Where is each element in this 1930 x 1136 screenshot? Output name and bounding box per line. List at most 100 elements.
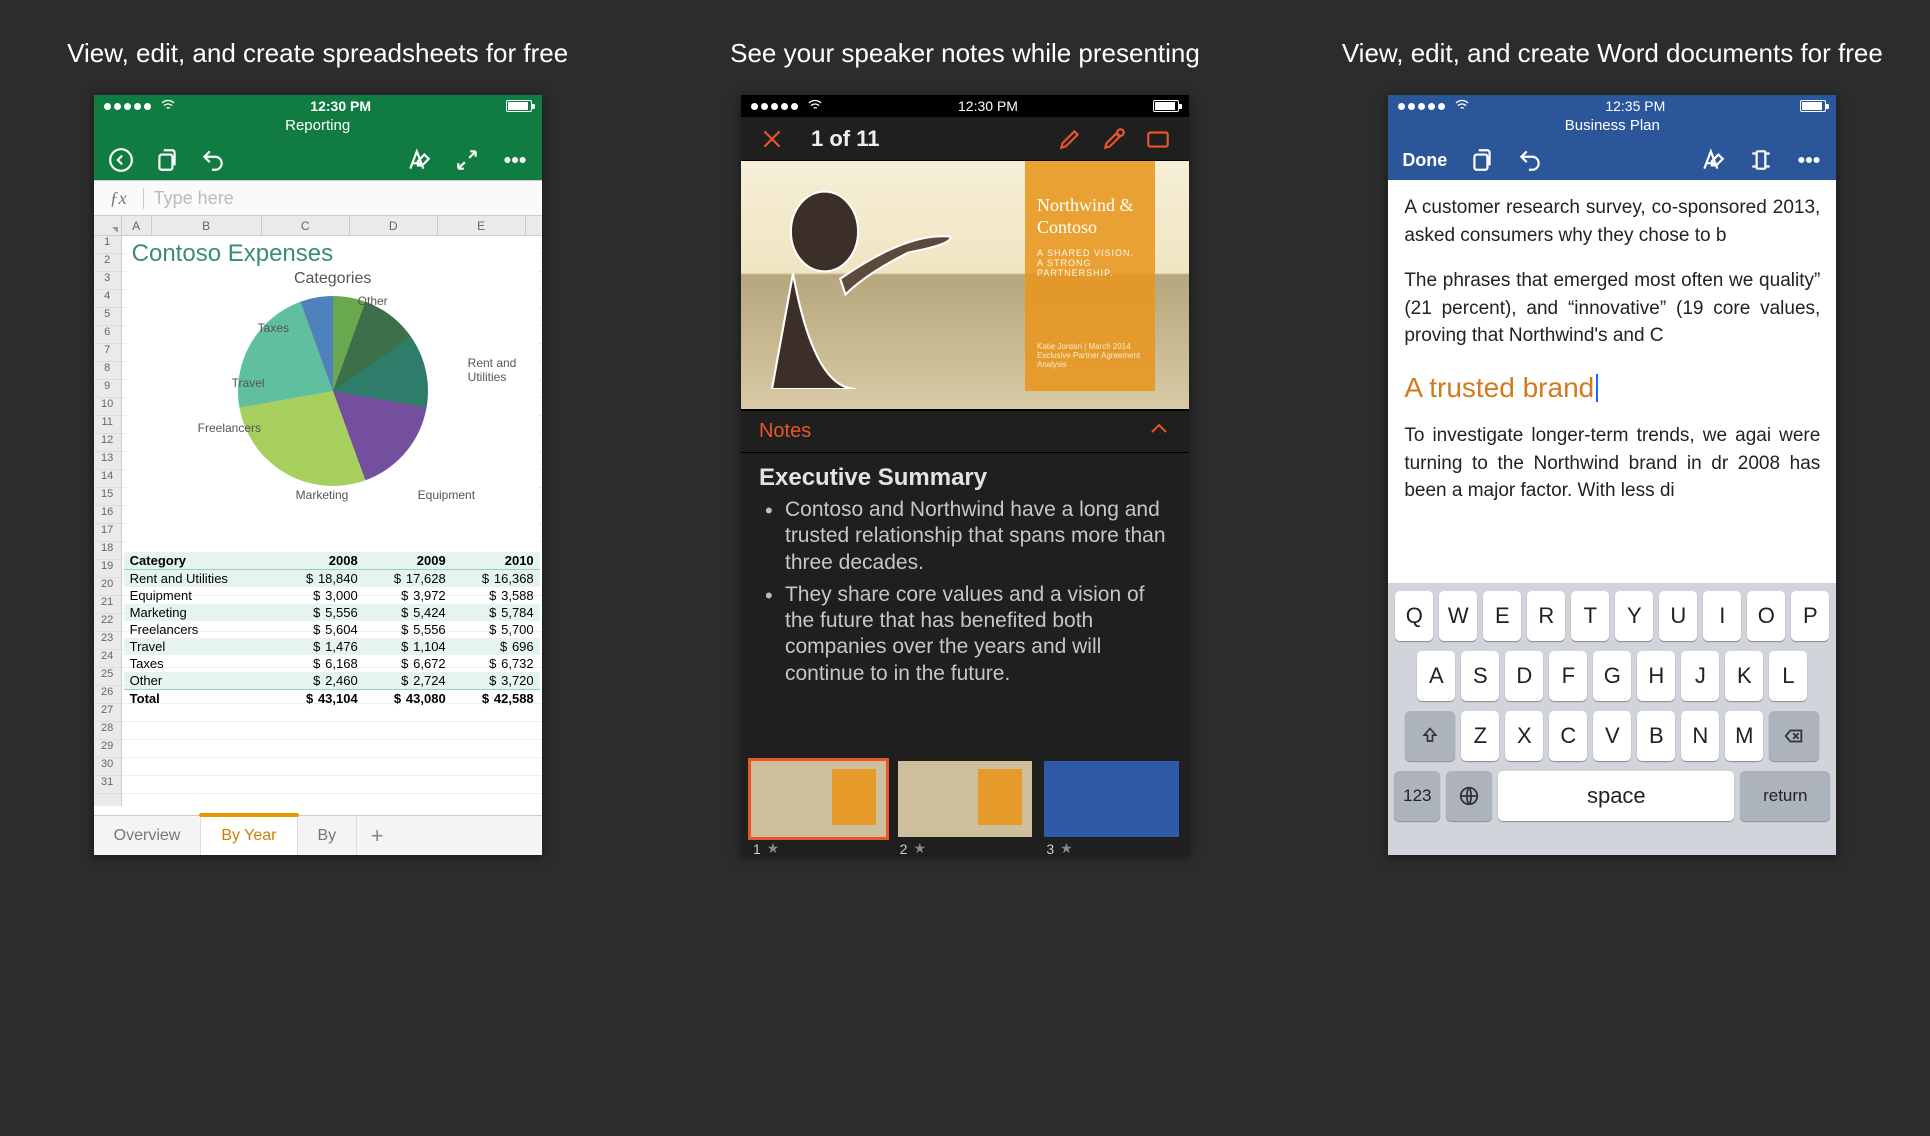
add-sheet-icon[interactable]: + [357,816,397,855]
table-row[interactable]: Rent and Utilities$18,840$17,628$16,368 [124,570,540,588]
row-header[interactable]: 31 [94,776,121,794]
row-header[interactable]: 8 [94,362,121,380]
key-i[interactable]: I [1703,591,1741,641]
tab-overview[interactable]: Overview [94,816,202,855]
slide-preview[interactable]: Northwind &Contoso A SHARED VISION.A STR… [741,161,1189,411]
key-m[interactable]: M [1725,711,1763,761]
key-g[interactable]: G [1593,651,1631,701]
key-c[interactable]: C [1549,711,1587,761]
notes-header[interactable]: Notes [741,411,1189,453]
key-h[interactable]: H [1637,651,1675,701]
key-l[interactable]: L [1769,651,1807,701]
key-s[interactable]: S [1461,651,1499,701]
row-header[interactable]: 27 [94,704,121,722]
row-header[interactable]: 22 [94,614,121,632]
read-mode-icon[interactable] [1748,147,1774,173]
row-header[interactable]: 29 [94,740,121,758]
expand-icon[interactable] [454,147,480,173]
row-header[interactable]: 30 [94,758,121,776]
more-icon[interactable] [502,147,528,173]
row-header[interactable]: 7 [94,344,121,362]
more-icon[interactable] [1796,147,1822,173]
table-row[interactable]: Marketing$5,556$5,424$5,784 [124,604,540,621]
row-header[interactable]: 10 [94,398,121,416]
key-d[interactable]: D [1505,651,1543,701]
row-header[interactable]: 4 [94,290,121,308]
pen-icon[interactable] [1057,126,1083,152]
key-t[interactable]: T [1571,591,1609,641]
key-w[interactable]: W [1439,591,1477,641]
grid[interactable]: 1234567891011121314151617181920212223242… [94,236,542,806]
undo-icon[interactable] [200,147,226,173]
row-header[interactable]: 11 [94,416,121,434]
row-header[interactable]: 25 [94,668,121,686]
select-all-handle[interactable] [94,216,122,235]
key-shift-icon[interactable] [1405,711,1455,761]
row-header[interactable]: 13 [94,452,121,470]
row-header[interactable]: 6 [94,326,121,344]
key-123[interactable]: 123 [1394,771,1440,821]
thumb-1[interactable]: 1★ [751,761,886,837]
key-e[interactable]: E [1483,591,1521,641]
key-f[interactable]: F [1549,651,1587,701]
pen-settings-icon[interactable] [1101,126,1127,152]
font-edit-icon[interactable] [1700,147,1726,173]
row-header[interactable]: 19 [94,560,121,578]
key-backspace-icon[interactable] [1769,711,1819,761]
back-icon[interactable] [108,147,134,173]
blank-screen-icon[interactable] [1145,126,1171,152]
tab-by-year[interactable]: By Year [201,816,297,855]
table-row[interactable]: Freelancers$5,604$5,556$5,700 [124,621,540,638]
row-header[interactable]: 24 [94,650,121,668]
table-row[interactable]: Other$2,460$2,724$3,720 [124,672,540,690]
key-n[interactable]: N [1681,711,1719,761]
row-header[interactable]: 14 [94,470,121,488]
thumb-3[interactable]: 3★ [1044,761,1179,837]
notes-body[interactable]: Executive Summary Contoso and Northwind … [741,453,1189,753]
key-r[interactable]: R [1527,591,1565,641]
undo-icon[interactable] [1517,147,1543,173]
font-edit-icon[interactable] [406,147,432,173]
document-body[interactable]: A customer research survey, co-sponsored… [1388,180,1836,580]
close-icon[interactable] [759,126,785,152]
key-return[interactable]: return [1740,771,1830,821]
key-x[interactable]: X [1505,711,1543,761]
key-o[interactable]: O [1747,591,1785,641]
key-z[interactable]: Z [1461,711,1499,761]
key-v[interactable]: V [1593,711,1631,761]
thumb-2[interactable]: 2★ [898,761,1033,837]
key-a[interactable]: A [1417,651,1455,701]
key-b[interactable]: B [1637,711,1675,761]
row-header[interactable]: 26 [94,686,121,704]
key-q[interactable]: Q [1395,591,1433,641]
tab-by[interactable]: By [298,816,358,855]
table-row[interactable]: Travel$1,476$1,104$696 [124,638,540,655]
share-icon[interactable] [154,147,180,173]
row-header[interactable]: 17 [94,524,121,542]
row-header[interactable]: 5 [94,308,121,326]
key-y[interactable]: Y [1615,591,1653,641]
key-globe-icon[interactable] [1446,771,1492,821]
row-header[interactable]: 12 [94,434,121,452]
key-j[interactable]: J [1681,651,1719,701]
formula-input[interactable]: Type here [144,188,542,209]
share-icon[interactable] [1469,147,1495,173]
table-row[interactable]: Taxes$6,168$6,672$6,732 [124,655,540,672]
done-button[interactable]: Done [1402,150,1447,171]
row-header[interactable]: 15 [94,488,121,506]
row-header[interactable]: 23 [94,632,121,650]
key-k[interactable]: K [1725,651,1763,701]
key-u[interactable]: U [1659,591,1697,641]
row-header[interactable]: 18 [94,542,121,560]
row-header[interactable]: 16 [94,506,121,524]
row-header[interactable]: 3 [94,272,121,290]
formula-bar[interactable]: ƒx Type here [94,180,542,216]
row-header[interactable]: 21 [94,596,121,614]
key-space[interactable]: space [1498,771,1734,821]
row-header[interactable]: 9 [94,380,121,398]
row-header[interactable]: 28 [94,722,121,740]
table-row[interactable]: Equipment$3,000$3,972$3,588 [124,587,540,604]
row-header[interactable]: 2 [94,254,121,272]
row-header[interactable]: 20 [94,578,121,596]
row-header[interactable]: 1 [94,236,121,254]
